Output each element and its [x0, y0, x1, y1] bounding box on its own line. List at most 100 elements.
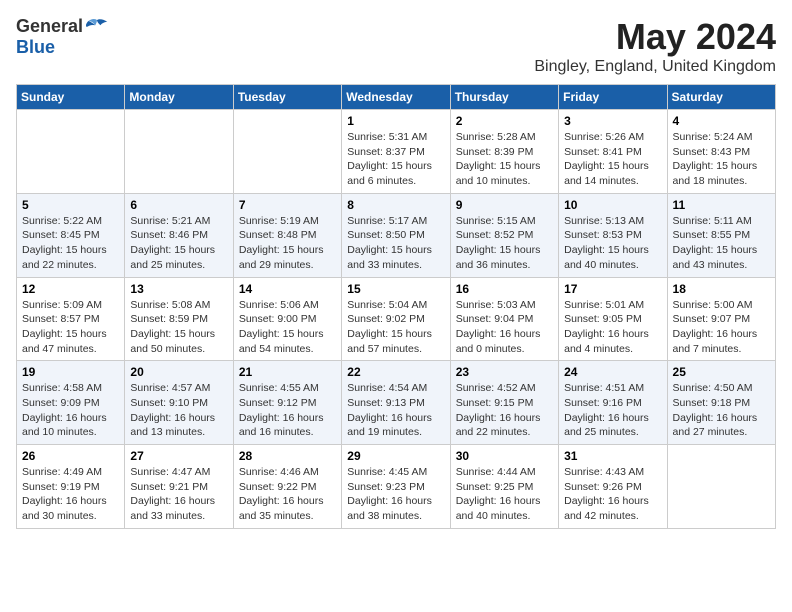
calendar-cell: 21 Sunrise: 4:55 AMSunset: 9:12 PMDayligh… [233, 361, 341, 445]
calendar-cell [667, 445, 775, 529]
day-info: Sunrise: 5:21 AMSunset: 8:46 PMDaylight:… [130, 214, 227, 273]
calendar-cell: 5 Sunrise: 5:22 AMSunset: 8:45 PMDaylight… [17, 193, 125, 277]
day-number: 1 [347, 114, 444, 128]
day-info: Sunrise: 5:00 AMSunset: 9:07 PMDaylight:… [673, 298, 770, 357]
day-info: Sunrise: 5:11 AMSunset: 8:55 PMDaylight:… [673, 214, 770, 273]
day-number: 31 [564, 449, 661, 463]
calendar-cell: 12Sunrise: 5:09 AMSunset: 8:57 PMDayligh… [17, 277, 125, 361]
day-number: 6 [130, 198, 227, 212]
day-number: 4 [673, 114, 770, 128]
day-number: 30 [456, 449, 553, 463]
day-info: Sunrise: 5:28 AMSunset: 8:39 PMDaylight:… [456, 130, 553, 189]
calendar-cell: 24 Sunrise: 4:51 AMSunset: 9:16 PMDayligh… [559, 361, 667, 445]
day-info: Sunrise: 4:50 AMSunset: 9:18 PMDaylight:… [673, 381, 770, 440]
day-info: Sunrise: 5:15 AMSunset: 8:52 PMDaylight:… [456, 214, 553, 273]
day-number: 29 [347, 449, 444, 463]
logo: General Blue [16, 16, 109, 58]
calendar-cell [125, 110, 233, 194]
calendar-cell: 25 Sunrise: 4:50 AMSunset: 9:18 PMDayligh… [667, 361, 775, 445]
day-number: 5 [22, 198, 119, 212]
day-info: Sunrise: 4:46 AMSunset: 9:22 PMDaylight:… [239, 465, 336, 524]
calendar-cell: 7 Sunrise: 5:19 AMSunset: 8:48 PMDaylight… [233, 193, 341, 277]
calendar-week-row: 26Sunrise: 4:49 AMSunset: 9:19 PMDayligh… [17, 445, 776, 529]
calendar-cell: 30 Sunrise: 4:44 AMSunset: 9:25 PMDayligh… [450, 445, 558, 529]
day-info: Sunrise: 4:54 AMSunset: 9:13 PMDaylight:… [347, 381, 444, 440]
calendar-cell: 15Sunrise: 5:04 AMSunset: 9:02 PMDayligh… [342, 277, 450, 361]
calendar-cell: 8 Sunrise: 5:17 AMSunset: 8:50 PMDaylight… [342, 193, 450, 277]
day-number: 20 [130, 365, 227, 379]
day-number: 27 [130, 449, 227, 463]
day-number: 26 [22, 449, 119, 463]
calendar-cell: 29 Sunrise: 4:45 AMSunset: 9:23 PMDayligh… [342, 445, 450, 529]
day-number: 12 [22, 282, 119, 296]
calendar-cell: 6 Sunrise: 5:21 AMSunset: 8:46 PMDaylight… [125, 193, 233, 277]
calendar-cell: 17 Sunrise: 5:01 AMSunset: 9:05 PMDayligh… [559, 277, 667, 361]
day-info: Sunrise: 5:19 AMSunset: 8:48 PMDaylight:… [239, 214, 336, 273]
day-number: 24 [564, 365, 661, 379]
day-number: 3 [564, 114, 661, 128]
day-number: 11 [673, 198, 770, 212]
calendar-cell: 26Sunrise: 4:49 AMSunset: 9:19 PMDayligh… [17, 445, 125, 529]
day-info: Sunrise: 5:17 AMSunset: 8:50 PMDaylight:… [347, 214, 444, 273]
day-number: 25 [673, 365, 770, 379]
day-number: 14 [239, 282, 336, 296]
weekday-header-friday: Friday [559, 85, 667, 110]
day-info: Sunrise: 5:31 AMSunset: 8:37 PMDaylight:… [347, 130, 444, 189]
weekday-header-row: SundayMondayTuesdayWednesdayThursdayFrid… [17, 85, 776, 110]
day-info: Sunrise: 5:06 AMSunset: 9:00 PMDaylight:… [239, 298, 336, 357]
logo-bird-icon [85, 18, 109, 36]
day-info: Sunrise: 4:47 AMSunset: 9:21 PMDaylight:… [130, 465, 227, 524]
day-info: Sunrise: 4:44 AMSunset: 9:25 PMDaylight:… [456, 465, 553, 524]
weekday-header-wednesday: Wednesday [342, 85, 450, 110]
day-number: 8 [347, 198, 444, 212]
calendar-week-row: 1 Sunrise: 5:31 AMSunset: 8:37 PMDaylight… [17, 110, 776, 194]
logo-general: General [16, 16, 83, 37]
calendar-cell [17, 110, 125, 194]
calendar-cell: 14 Sunrise: 5:06 AMSunset: 9:00 PMDayligh… [233, 277, 341, 361]
calendar-cell: 11 Sunrise: 5:11 AMSunset: 8:55 PMDayligh… [667, 193, 775, 277]
weekday-header-monday: Monday [125, 85, 233, 110]
day-number: 7 [239, 198, 336, 212]
day-info: Sunrise: 5:13 AMSunset: 8:53 PMDaylight:… [564, 214, 661, 273]
day-info: Sunrise: 4:51 AMSunset: 9:16 PMDaylight:… [564, 381, 661, 440]
day-info: Sunrise: 4:52 AMSunset: 9:15 PMDaylight:… [456, 381, 553, 440]
day-info: Sunrise: 4:55 AMSunset: 9:12 PMDaylight:… [239, 381, 336, 440]
day-number: 18 [673, 282, 770, 296]
day-info: Sunrise: 4:57 AMSunset: 9:10 PMDaylight:… [130, 381, 227, 440]
day-info: Sunrise: 4:58 AMSunset: 9:09 PMDaylight:… [22, 381, 119, 440]
calendar-week-row: 19 Sunrise: 4:58 AMSunset: 9:09 PMDayligh… [17, 361, 776, 445]
calendar-cell: 13 Sunrise: 5:08 AMSunset: 8:59 PMDayligh… [125, 277, 233, 361]
calendar-cell: 1 Sunrise: 5:31 AMSunset: 8:37 PMDaylight… [342, 110, 450, 194]
calendar-cell: 23 Sunrise: 4:52 AMSunset: 9:15 PMDayligh… [450, 361, 558, 445]
day-number: 15 [347, 282, 444, 296]
logo-blue: Blue [16, 37, 55, 58]
day-info: Sunrise: 4:43 AMSunset: 9:26 PMDaylight:… [564, 465, 661, 524]
day-info: Sunrise: 5:08 AMSunset: 8:59 PMDaylight:… [130, 298, 227, 357]
calendar-table: SundayMondayTuesdayWednesdayThursdayFrid… [16, 84, 776, 529]
day-number: 9 [456, 198, 553, 212]
calendar-cell: 2Sunrise: 5:28 AMSunset: 8:39 PMDaylight… [450, 110, 558, 194]
calendar-cell: 10 Sunrise: 5:13 AMSunset: 8:53 PMDayligh… [559, 193, 667, 277]
calendar-cell: 31 Sunrise: 4:43 AMSunset: 9:26 PMDayligh… [559, 445, 667, 529]
calendar-cell: 3Sunrise: 5:26 AMSunset: 8:41 PMDaylight… [559, 110, 667, 194]
weekday-header-thursday: Thursday [450, 85, 558, 110]
day-number: 19 [22, 365, 119, 379]
day-info: Sunrise: 5:03 AMSunset: 9:04 PMDaylight:… [456, 298, 553, 357]
day-number: 13 [130, 282, 227, 296]
calendar-cell: 20 Sunrise: 4:57 AMSunset: 9:10 PMDayligh… [125, 361, 233, 445]
day-info: Sunrise: 5:22 AMSunset: 8:45 PMDaylight:… [22, 214, 119, 273]
calendar-cell: 19 Sunrise: 4:58 AMSunset: 9:09 PMDayligh… [17, 361, 125, 445]
calendar-cell: 22Sunrise: 4:54 AMSunset: 9:13 PMDayligh… [342, 361, 450, 445]
calendar-week-row: 5 Sunrise: 5:22 AMSunset: 8:45 PMDaylight… [17, 193, 776, 277]
day-number: 10 [564, 198, 661, 212]
day-number: 23 [456, 365, 553, 379]
day-info: Sunrise: 4:45 AMSunset: 9:23 PMDaylight:… [347, 465, 444, 524]
location-title: Bingley, England, United Kingdom [534, 58, 776, 76]
day-info: Sunrise: 5:24 AMSunset: 8:43 PMDaylight:… [673, 130, 770, 189]
calendar-cell [233, 110, 341, 194]
day-number: 17 [564, 282, 661, 296]
weekday-header-saturday: Saturday [667, 85, 775, 110]
day-number: 28 [239, 449, 336, 463]
day-info: Sunrise: 5:01 AMSunset: 9:05 PMDaylight:… [564, 298, 661, 357]
day-number: 21 [239, 365, 336, 379]
